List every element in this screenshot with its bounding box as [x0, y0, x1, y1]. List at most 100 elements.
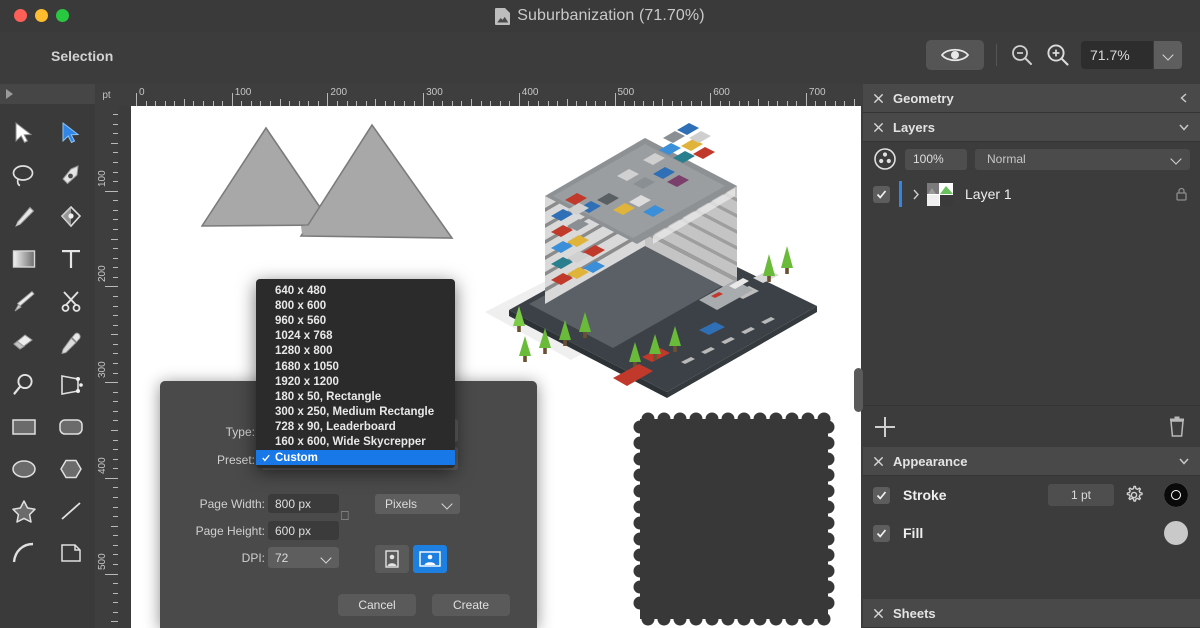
menu-item-preset-1[interactable]: 800 x 600 — [256, 298, 455, 313]
ellipse-tool[interactable] — [0, 448, 48, 490]
gradient-tool[interactable] — [0, 238, 48, 280]
move-tool[interactable] — [0, 112, 48, 154]
pencil-tool[interactable] — [0, 196, 48, 238]
lock-icon[interactable] — [1176, 187, 1187, 201]
close-x-icon[interactable] — [873, 122, 884, 133]
menu-item-preset-9[interactable]: 728 x 90, Leaderboard — [256, 420, 455, 435]
zoom-tool[interactable] — [0, 364, 48, 406]
menu-item-preset-2[interactable]: 960 x 560 — [256, 313, 455, 328]
stroke-width-input[interactable]: 1 pt — [1048, 484, 1114, 506]
landscape-orientation-button[interactable] — [413, 545, 447, 573]
title-bar: Suburbanization (71.70%) — [0, 0, 1200, 32]
menu-item-preset-5[interactable]: 1680 x 1050 — [256, 359, 455, 374]
create-button[interactable]: Create — [432, 594, 510, 616]
ruler-tick — [105, 573, 118, 575]
chevron-down-icon[interactable] — [1179, 456, 1189, 466]
geometry-panel-header[interactable]: Geometry — [863, 84, 1200, 113]
ruler-unit-label[interactable]: pt — [95, 84, 118, 106]
vector-brush-tool[interactable] — [48, 196, 96, 238]
layer-visibility-checkbox[interactable] — [873, 185, 890, 203]
menu-item-preset-11[interactable]: Custom — [256, 450, 455, 466]
menu-item-preset-3[interactable]: 1024 x 768 — [256, 329, 455, 344]
appearance-panel-header[interactable]: Appearance — [863, 447, 1200, 476]
image-document-icon — [495, 7, 511, 25]
close-x-icon[interactable] — [873, 608, 884, 619]
menu-item-preset-0[interactable]: 640 x 480 — [256, 283, 455, 298]
mountain-triangles-shape[interactable] — [201, 122, 461, 242]
postage-stamp-shape[interactable] — [631, 410, 837, 628]
ruler-tick — [662, 99, 664, 106]
preset-dropdown-menu[interactable]: 640 x 480 800 x 600 960 x 560 1024 x 768 128… — [256, 279, 455, 469]
opacity-wheel-icon[interactable] — [873, 147, 897, 171]
canvas-vertical-scrollbar[interactable] — [854, 368, 863, 412]
blend-mode-select[interactable]: Normal — [975, 148, 1190, 170]
sheets-panel-header[interactable]: Sheets — [863, 599, 1200, 628]
fill-color-swatch[interactable] — [1164, 521, 1188, 545]
layer-opacity-input[interactable]: 100% — [905, 148, 967, 170]
horizontal-ruler[interactable]: 0 100 200 300 400 500 600 700 — [118, 84, 863, 106]
arc-tool[interactable] — [0, 532, 48, 574]
close-x-icon[interactable] — [873, 93, 884, 104]
fill-row[interactable]: Fill — [863, 514, 1200, 552]
text-tool[interactable] — [48, 238, 96, 280]
eraser-tool[interactable] — [0, 322, 48, 364]
isometric-parking-garage-illustration[interactable] — [467, 106, 837, 406]
eyedropper-tool[interactable] — [48, 322, 96, 364]
fill-enabled-checkbox[interactable] — [873, 524, 890, 542]
corner-tool[interactable] — [48, 532, 96, 574]
preview-toggle-button[interactable] — [926, 40, 984, 70]
maximize-window-button[interactable] — [56, 9, 69, 22]
page-height-input[interactable]: 600 px — [268, 521, 339, 540]
link-chain-icon[interactable]: ⎕ — [341, 507, 349, 525]
zoom-preset-dropdown[interactable] — [1154, 41, 1182, 69]
ruler-tick — [111, 429, 118, 431]
layers-list-empty-area[interactable] — [863, 212, 1200, 405]
units-select[interactable]: Pixels — [375, 494, 460, 514]
page-width-input[interactable]: 800 px — [268, 494, 339, 513]
vertical-ruler[interactable]: 100 200 300 400 500 — [95, 106, 118, 628]
minimize-window-button[interactable] — [35, 9, 48, 22]
trash-icon[interactable] — [1168, 416, 1186, 438]
node-tool[interactable] — [48, 112, 96, 154]
pen-tool[interactable] — [48, 154, 96, 196]
chevron-down-icon[interactable] — [1179, 122, 1189, 132]
stroke-enabled-checkbox[interactable] — [873, 486, 890, 504]
knife-tool[interactable] — [0, 280, 48, 322]
close-window-button[interactable] — [14, 9, 27, 22]
context-tool-label: Selection — [51, 48, 114, 64]
rectangle-tool[interactable] — [0, 406, 48, 448]
stroke-row[interactable]: Stroke 1 pt — [863, 476, 1200, 514]
mesh-warp-tool[interactable] — [48, 364, 96, 406]
stroke-color-swatch[interactable] — [1164, 483, 1188, 507]
table-row[interactable]: Layer 1 — [863, 176, 1200, 212]
ruler-tick — [423, 93, 425, 106]
zoom-level-input[interactable]: 71.7% — [1081, 41, 1153, 69]
pen-nib-icon — [62, 165, 79, 185]
menu-item-preset-6[interactable]: 1920 x 1200 — [256, 374, 455, 389]
chevron-left-icon[interactable] — [1179, 93, 1189, 103]
zoom-in-icon[interactable] — [1045, 42, 1071, 68]
layers-panel-header[interactable]: Layers — [863, 113, 1200, 142]
menu-item-preset-8[interactable]: 300 x 250, Medium Rectangle — [256, 405, 455, 420]
chevron-right-icon[interactable] — [912, 189, 920, 200]
zoom-out-icon[interactable] — [1009, 42, 1035, 68]
arc-icon — [12, 542, 33, 563]
line-tool[interactable] — [48, 490, 96, 532]
cancel-button[interactable]: Cancel — [338, 594, 416, 616]
dpi-select[interactable]: 72 — [268, 547, 339, 568]
menu-item-preset-7[interactable]: 180 x 50, Rectangle — [256, 389, 455, 404]
scissors-tool[interactable] — [48, 280, 96, 322]
rounded-rect-tool[interactable] — [48, 406, 96, 448]
menu-item-preset-4[interactable]: 1280 x 800 — [256, 344, 455, 359]
gear-icon[interactable] — [1124, 485, 1144, 505]
menu-item-preset-10[interactable]: 160 x 600, Wide Skycrepper — [256, 435, 455, 450]
layer-name[interactable]: Layer 1 — [965, 186, 1012, 202]
menu-item-label: 180 x 50, Rectangle — [275, 390, 382, 403]
polygon-tool[interactable] — [48, 448, 96, 490]
star-tool[interactable] — [0, 490, 48, 532]
lasso-tool[interactable] — [0, 154, 48, 196]
close-x-icon[interactable] — [873, 456, 884, 467]
add-layer-button[interactable] — [875, 416, 895, 437]
toolbar-expander[interactable] — [0, 84, 95, 104]
portrait-orientation-button[interactable] — [375, 545, 409, 573]
